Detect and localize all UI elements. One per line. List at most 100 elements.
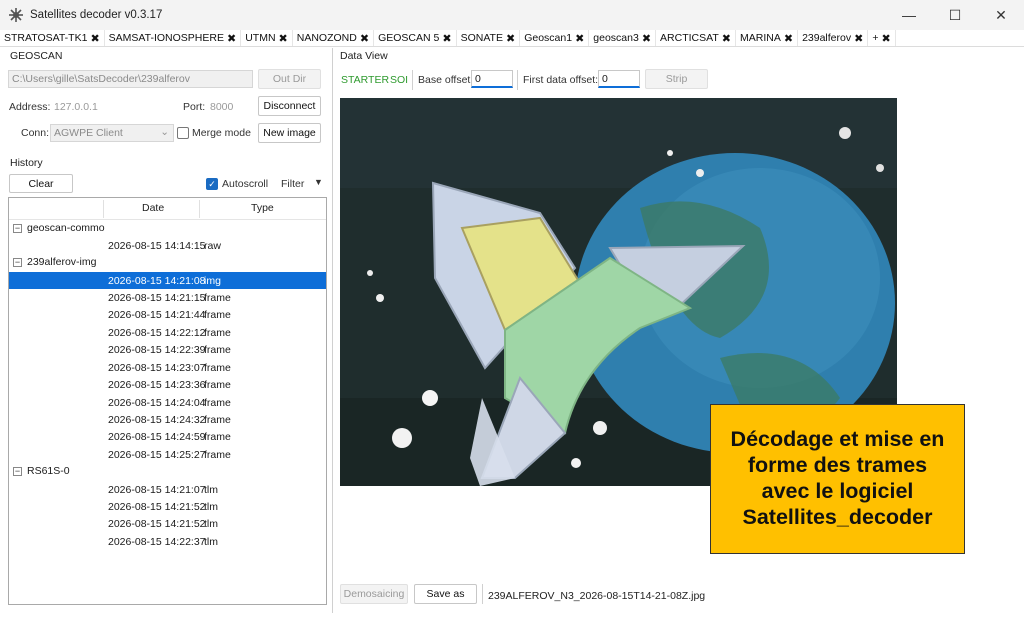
row-type: frame — [204, 343, 231, 356]
address-field[interactable]: 127.0.0.1 — [54, 101, 98, 113]
list-item[interactable]: 2026-08-15 14:21:07 tlm — [9, 481, 326, 498]
close-tab-icon[interactable]: ✖ — [881, 32, 890, 45]
close-tab-icon[interactable]: ✖ — [227, 32, 236, 45]
collapse-icon[interactable]: − — [13, 258, 22, 267]
column-header-type[interactable]: Type — [251, 202, 274, 214]
annotation-callout: Décodage et mise en forme des trames ave… — [710, 404, 965, 554]
tab-utmn[interactable]: UTMN ✖ — [241, 30, 293, 46]
save-as-button[interactable]: Save as — [414, 584, 477, 604]
row-type: tlm — [204, 483, 218, 496]
tab-sonate[interactable]: SONATE ✖ — [457, 30, 521, 46]
close-tab-icon[interactable]: ✖ — [360, 32, 369, 45]
maximize-button[interactable]: ☐ — [932, 0, 978, 30]
row-date: 2026-08-15 14:21:15 — [108, 291, 206, 304]
row-date: 2026-08-15 14:21:44 — [108, 308, 206, 321]
list-item[interactable]: 2026-08-15 14:22:37 tlm — [9, 533, 326, 550]
file-name-label: 239ALFEROV_N3_2026-08-15T14-21-08Z.jpg — [488, 590, 706, 602]
base-offset-input[interactable]: 0 — [471, 70, 513, 88]
output-dir-field[interactable]: C:\Users\gille\SatsDecoder\239alferov — [8, 70, 253, 88]
list-item[interactable]: 2026-08-15 14:22:39 frame — [9, 341, 326, 358]
close-tab-icon[interactable]: ✖ — [642, 32, 651, 45]
tab-geoscan5[interactable]: GEOSCAN 5 ✖ — [374, 30, 457, 46]
list-item[interactable]: 2026-08-15 14:21:15 frame — [9, 289, 326, 306]
close-tab-icon[interactable]: ✖ — [784, 32, 793, 45]
filter-chevron-icon[interactable]: ▼ — [314, 177, 323, 187]
tab-label: Geoscan1 — [524, 32, 573, 44]
filter-button[interactable]: Filter — [281, 178, 304, 190]
toolbar-separator — [482, 584, 483, 604]
tree-header: Date Type — [9, 198, 326, 220]
close-tab-icon[interactable]: ✖ — [442, 32, 451, 45]
row-type: tlm — [204, 517, 218, 530]
close-tab-icon[interactable]: ✖ — [506, 32, 515, 45]
strip-button[interactable]: Strip — [645, 69, 708, 89]
tab-label: ARCTICSAT — [660, 32, 719, 44]
close-button[interactable]: ✕ — [978, 0, 1024, 30]
panel-divider[interactable] — [332, 48, 333, 613]
list-item[interactable]: 2026-08-15 14:21:52 tlm — [9, 515, 326, 532]
tab-geoscan3[interactable]: geoscan3 ✖ — [589, 30, 657, 46]
tab-nanozond[interactable]: NANOZOND ✖ — [293, 30, 375, 46]
demosaicing-button[interactable]: Demosaicing — [340, 584, 408, 604]
disconnect-button[interactable]: Disconnect — [258, 96, 321, 116]
port-field[interactable]: 8000 — [210, 101, 233, 113]
tab-label: 239alferov — [802, 32, 852, 44]
list-item[interactable]: 2026-08-15 14:21:44 frame — [9, 306, 326, 323]
list-item[interactable]: 2026-08-15 14:24:04 frame — [9, 394, 326, 411]
first-data-offset-label: First data offset: — [523, 74, 599, 86]
row-type: frame — [204, 448, 231, 461]
list-item[interactable]: 2026-08-15 14:24:59 frame — [9, 428, 326, 445]
list-item[interactable]: 2026-08-15 14:24:32 frame — [9, 411, 326, 428]
clear-button[interactable]: Clear — [9, 174, 73, 193]
tab-marina[interactable]: MARINA ✖ — [736, 30, 799, 46]
collapse-icon[interactable]: − — [13, 467, 22, 476]
tab-add[interactable]: + ✖ — [868, 30, 896, 46]
column-header-date[interactable]: Date — [142, 202, 164, 214]
row-type: frame — [204, 378, 231, 391]
base-offset-label: Base offset: — [418, 74, 474, 86]
tab-239alferov[interactable]: 239alferov ✖ — [798, 30, 869, 46]
conn-select[interactable]: AGWPE Client ⌄ — [50, 124, 174, 142]
list-item[interactable]: 2026-08-15 14:22:12 frame — [9, 324, 326, 341]
tab-samsat[interactable]: SAMSAT-IONOSPHERE ✖ — [105, 30, 242, 46]
out-dir-button[interactable]: Out Dir — [258, 69, 321, 89]
list-item[interactable]: 2026-08-15 14:23:36 frame — [9, 376, 326, 393]
tab-stratosat[interactable]: STRATOSAT-TK1 ✖ — [0, 30, 105, 46]
row-type: frame — [204, 413, 231, 426]
close-tab-icon[interactable]: ✖ — [90, 32, 99, 45]
list-item[interactable]: 2026-08-15 14:21:52 tlm — [9, 498, 326, 515]
list-item[interactable]: 2026-08-15 14:23:07 frame — [9, 359, 326, 376]
collapse-icon[interactable]: − — [13, 224, 22, 233]
first-data-offset-input[interactable]: 0 — [598, 70, 640, 88]
port-label: Port: — [183, 101, 206, 113]
new-image-button[interactable]: New image — [258, 123, 321, 143]
close-tab-icon[interactable]: ✖ — [722, 32, 731, 45]
autoscroll-checkbox[interactable]: ✓ — [206, 178, 218, 190]
tree-group[interactable]: − RS61S-0 — [9, 463, 326, 480]
row-date: 2026-08-15 14:22:12 — [108, 326, 206, 339]
row-type: img — [204, 274, 221, 287]
row-date: 2026-08-15 14:24:32 — [108, 413, 206, 426]
list-item[interactable]: 2026-08-15 14:14:15 raw — [9, 237, 326, 254]
column-divider — [103, 200, 104, 218]
close-tab-icon[interactable]: ✖ — [575, 32, 584, 45]
list-item-selected[interactable]: 2026-08-15 14:21:08 img — [9, 272, 326, 289]
row-date: 2026-08-15 14:21:52 — [108, 517, 206, 530]
tab-label: SONATE — [460, 32, 503, 44]
satellite-app-icon — [9, 8, 23, 22]
row-date: 2026-08-15 14:24:04 — [108, 396, 206, 409]
tab-geoscan1[interactable]: Geoscan1 ✖ — [520, 30, 590, 46]
close-tab-icon[interactable]: ✖ — [279, 32, 288, 45]
tree-group[interactable]: − 239alferov-img — [9, 254, 326, 271]
minimize-button[interactable]: — — [886, 0, 932, 30]
close-tab-icon[interactable]: ✖ — [854, 32, 863, 45]
merge-mode-label: Merge mode — [192, 127, 251, 139]
row-date: 2026-08-15 14:21:07 — [108, 483, 206, 496]
tab-label: UTMN — [245, 32, 276, 44]
row-date: 2026-08-15 14:22:37 — [108, 535, 206, 548]
tree-group[interactable]: − geoscan-commo — [9, 220, 326, 237]
list-item[interactable]: 2026-08-15 14:25:27 frame — [9, 446, 326, 463]
history-tree[interactable]: Date Type − geoscan-commo 2026-08-15 14:… — [8, 197, 327, 605]
tab-arcticsat[interactable]: ARCTICSAT ✖ — [656, 30, 736, 46]
merge-mode-checkbox[interactable] — [177, 127, 189, 139]
